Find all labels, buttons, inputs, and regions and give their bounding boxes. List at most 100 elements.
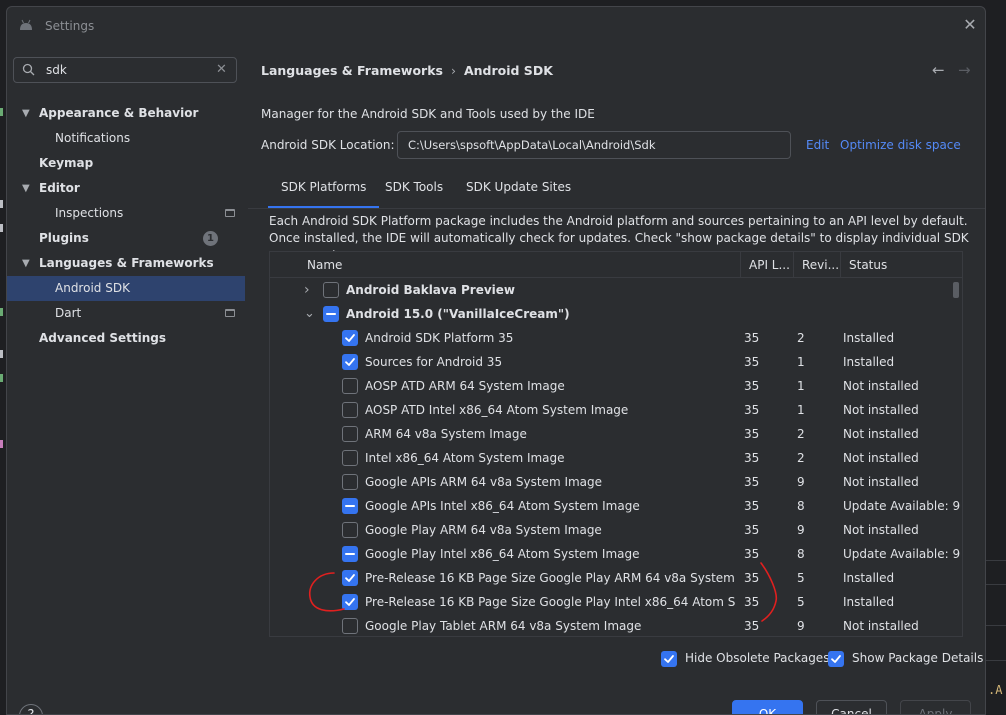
package-name: Google APIs ARM 64 v8a System Image [365,475,603,489]
apply-button: Apply [900,700,971,714]
chevron-right-icon[interactable]: › [304,278,310,302]
api-level: 35 [744,331,760,345]
ok-button[interactable]: OK [732,700,803,714]
table-row[interactable]: Pre-Release 16 KB Page Size Google Play … [270,590,951,614]
edit-link[interactable]: Edit [806,138,829,152]
android-icon [20,19,32,30]
table-row[interactable]: Google Play Tablet ARM 64 v8a System Ima… [270,614,951,636]
checkbox-unchecked-icon[interactable] [342,426,358,442]
hide-obsolete-packages-label: Hide Obsolete Packages [685,651,830,665]
sdk-location-field[interactable]: C:\Users\spsoft\AppData\Local\Android\Sd… [397,131,791,159]
checkbox-unchecked-icon[interactable] [342,378,358,394]
close-icon[interactable]: ✕ [962,17,978,33]
chevron-down-icon[interactable]: ⌄ [304,302,315,326]
revision: 5 [797,595,805,609]
column-header-revision[interactable]: Revi... [793,252,840,278]
column-header-api-level[interactable]: API L... [740,252,793,278]
editor-background-right [986,0,1006,715]
package-name: AOSP ATD Intel x86_64 Atom System Image [365,403,629,417]
back-arrow-icon[interactable]: ← [932,61,945,79]
scrollbar-thumb[interactable] [953,282,959,298]
window-title: Settings [45,19,95,33]
tab-sdk-platforms[interactable]: SDK Platforms [268,169,380,209]
api-level: 35 [744,355,760,369]
checkbox-partial-icon[interactable] [342,546,358,562]
install-status: Not installed [843,451,919,465]
group-name: Android 15.0 ("VanillaIceCream") [346,307,570,321]
api-level: 35 [744,547,760,561]
install-status: Update Available: 9 [843,499,961,513]
column-header-status[interactable]: Status [840,252,951,278]
tab-divider [248,208,985,209]
sidebar-item-editor[interactable]: ▼ Editor [7,176,245,201]
api-level: 35 [744,475,760,489]
table-row[interactable]: AOSP ATD Intel x86_64 Atom System Image 3… [270,398,951,422]
sidebar-item-inspections[interactable]: Inspections [7,201,245,226]
checkbox-unchecked-icon[interactable] [342,450,358,466]
checkbox-unchecked-icon[interactable] [342,474,358,490]
clear-search-icon[interactable]: ✕ [216,62,227,77]
checkbox-checked-icon[interactable] [342,594,358,610]
install-status: Installed [843,331,895,345]
install-status: Not installed [843,523,919,537]
revision: 2 [797,451,805,465]
table-row[interactable]: ARM 64 v8a System Image 35 2 Not installed [270,422,951,446]
sidebar-item-keymap[interactable]: Keymap [7,151,245,176]
table-row[interactable]: Intel x86_64 Atom System Image 35 2 Not ins… [270,446,951,470]
tab-sdk-update-sites[interactable]: SDK Update Sites [453,169,584,209]
table-scrollbar[interactable] [951,278,961,636]
table-group-row[interactable]: › Android Baklava Preview [270,278,951,302]
chevron-down-icon[interactable]: ▼ [22,251,30,276]
group-name: Android Baklava Preview [346,283,516,297]
table-row[interactable]: Google APIs Intel x86_64 Atom System Ima… [270,494,960,518]
checkbox-checked-icon[interactable] [828,651,844,667]
sidebar-item-languages-frameworks[interactable]: ▼ Languages & Frameworks [7,251,245,276]
package-name: Google APIs Intel x86_64 Atom System Ima… [365,499,640,513]
checkbox-checked-icon[interactable] [342,570,358,586]
column-header-name[interactable]: Name [270,252,740,278]
package-name: AOSP ATD ARM 64 System Image [365,379,565,393]
search-input[interactable]: sdk ✕ [13,57,237,83]
table-header: Name API L... Revi... Status [270,252,962,278]
search-value: sdk [46,63,67,77]
checkbox-unchecked-icon[interactable] [342,618,358,634]
table-group-row[interactable]: ⌄ Android 15.0 ("VanillaIceCream") [270,302,951,326]
install-status: Installed [843,595,895,609]
table-row[interactable]: Google Play Intel x86_64 Atom System Ima… [270,542,960,566]
checkbox-partial-icon[interactable] [323,306,339,322]
sidebar-item-notifications[interactable]: Notifications [7,126,245,151]
table-row[interactable]: Google APIs ARM 64 v8a System Image 35 9 No… [270,470,951,494]
tab-sdk-tools[interactable]: SDK Tools [372,169,456,209]
chevron-down-icon[interactable]: ▼ [22,101,30,126]
sidebar-item-appearance-behavior[interactable]: ▼ Appearance & Behavior [7,101,245,126]
project-scope-icon [225,309,235,317]
table-row[interactable]: Android SDK Platform 35 35 2 Installed [270,326,951,350]
checkbox-unchecked-icon[interactable] [342,402,358,418]
breadcrumb-parent[interactable]: Languages & Frameworks [261,63,443,78]
revision: 9 [797,475,805,489]
checkbox-checked-icon[interactable] [661,651,677,667]
sidebar-item-advanced-settings[interactable]: Advanced Settings [7,326,245,351]
sidebar-item-dart[interactable]: Dart [7,301,245,326]
sidebar-item-android-sdk[interactable]: Android SDK [7,276,245,301]
cancel-button[interactable]: Cancel [816,700,887,714]
checkbox-unchecked-icon[interactable] [323,282,339,298]
api-level: 35 [744,619,760,633]
sidebar-item-plugins[interactable]: Plugins 1 [7,226,245,251]
checkbox-checked-icon[interactable] [342,354,358,370]
optimize-disk-space-link[interactable]: Optimize disk space [840,138,961,152]
table-row[interactable]: Pre-Release 16 KB Page Size Google Play … [270,566,951,590]
table-row[interactable]: Google Play ARM 64 v8a System Image 35 9 No… [270,518,951,542]
editor-snippet: .A [988,683,1003,697]
help-button[interactable]: ? [19,704,43,714]
revision: 2 [797,331,805,345]
chevron-down-icon[interactable]: ▼ [22,176,30,201]
table-row[interactable]: Sources for Android 35 35 1 Installed [270,350,951,374]
breadcrumb: Languages & Frameworks › Android SDK [261,63,553,78]
checkbox-partial-icon[interactable] [342,498,358,514]
sidebar-item-label: Keymap [39,156,94,170]
settings-content: Languages & Frameworks › Android SDK ← → M… [248,45,985,675]
checkbox-checked-icon[interactable] [342,330,358,346]
table-row[interactable]: AOSP ATD ARM 64 System Image 35 1 Not insta… [270,374,951,398]
checkbox-unchecked-icon[interactable] [342,522,358,538]
